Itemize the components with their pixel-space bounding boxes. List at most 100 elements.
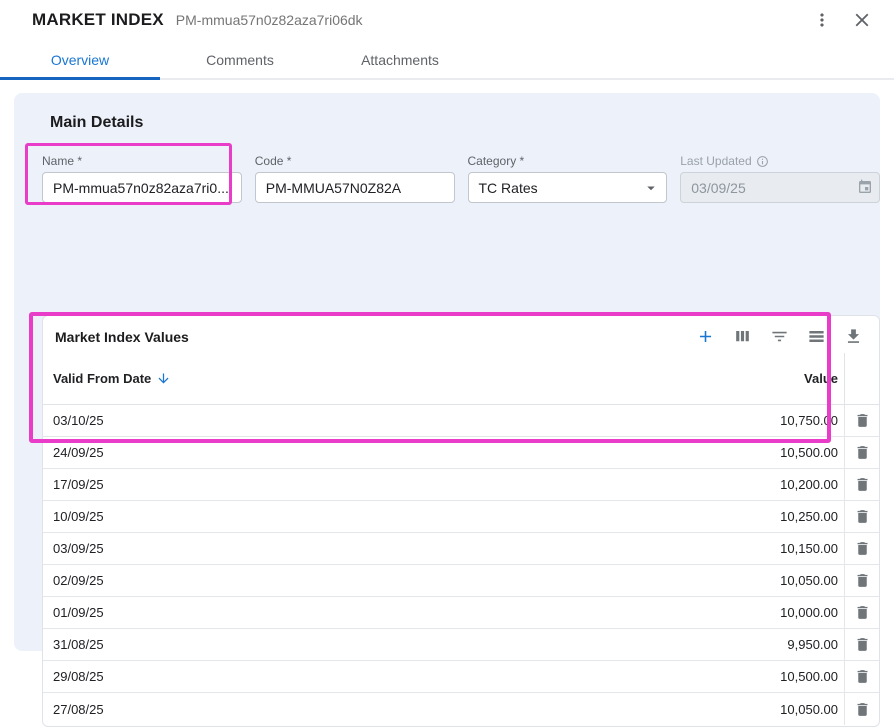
trash-icon [854,572,871,589]
main-details-heading: Main Details [50,114,866,132]
row-actions [844,405,879,436]
row-actions [844,501,879,532]
category-field-group: Category * TC Rates [468,154,668,203]
value-cell: 10,050.00 [544,565,844,596]
filter-icon [770,327,789,346]
table-row[interactable]: 24/09/25 10,500.00 [43,437,879,469]
delete-row-button[interactable] [850,441,874,465]
table-row[interactable]: 17/09/25 10,200.00 [43,469,879,501]
delete-row-button[interactable] [850,537,874,561]
overview-panel: Main Details Name * Code * Category * TC… [14,93,880,651]
value-cell: 10,500.00 [544,437,844,468]
delete-row-button[interactable] [850,473,874,497]
table-row[interactable]: 02/09/25 10,050.00 [43,565,879,597]
last-updated-input [680,172,880,203]
last-updated-field-group: Last Updated [680,154,880,203]
column-header-actions [844,353,879,404]
download-icon [844,327,863,346]
delete-row-button[interactable] [850,665,874,689]
delete-row-button[interactable] [850,601,874,625]
add-row-button[interactable] [693,325,717,349]
dialog-header: MARKET INDEX PM-mmua57n0z82aza7ri06dk [0,0,894,40]
delete-row-button[interactable] [850,409,874,433]
valid-from-date-cell: 10/09/25 [43,501,544,532]
valid-from-date-cell: 17/09/25 [43,469,544,500]
code-field-group: Code * [255,154,455,203]
valid-from-date-cell: 31/08/25 [43,629,544,660]
valid-from-date-cell: 29/08/25 [43,661,544,692]
kebab-menu-button[interactable] [808,6,836,34]
columns-button[interactable] [730,325,754,349]
chevron-down-icon [642,179,660,197]
trash-icon [854,668,871,685]
row-actions [844,693,879,725]
valid-from-date-cell: 03/10/25 [43,405,544,436]
delete-row-button[interactable] [850,697,874,721]
table-rows: 03/10/25 10,750.00 24/09/25 10,500.00 17… [43,405,879,725]
kebab-vertical-icon [812,10,832,30]
dialog-title: MARKET INDEX [32,10,164,30]
tab-overview[interactable]: Overview [0,40,160,80]
valid-from-date-cell: 27/08/25 [43,693,544,725]
row-actions [844,565,879,596]
delete-row-button[interactable] [850,505,874,529]
value-cell: 10,750.00 [544,405,844,436]
valid-from-date-cell: 01/09/25 [43,597,544,628]
trash-icon [854,701,871,718]
table-row[interactable]: 10/09/25 10,250.00 [43,501,879,533]
tab-attachments[interactable]: Attachments [320,40,480,80]
table-row[interactable]: 01/09/25 10,000.00 [43,597,879,629]
density-rows-icon [807,327,826,346]
grid-title: Market Index Values [55,329,189,345]
dialog-subtitle: PM-mmua57n0z82aza7ri06dk [176,12,363,28]
trash-icon [854,508,871,525]
category-label: Category * [468,154,668,168]
name-field-group: Name * [42,154,242,203]
export-button[interactable] [841,325,865,349]
table-row[interactable]: 03/10/25 10,750.00 [43,405,879,437]
row-actions [844,469,879,500]
grid-toolbar: Market Index Values [43,316,879,353]
main-details-fields: Name * Code * Category * TC Rates Last U… [42,154,880,203]
add-plus-icon [696,327,715,346]
filter-button[interactable] [767,325,791,349]
trash-icon [854,540,871,557]
table-row[interactable]: 29/08/25 10,500.00 [43,661,879,693]
row-actions [844,437,879,468]
row-actions [844,629,879,660]
table-row[interactable]: 31/08/25 9,950.00 [43,629,879,661]
trash-icon [854,604,871,621]
trash-icon [854,636,871,653]
category-select[interactable]: TC Rates [468,172,668,203]
value-cell: 10,200.00 [544,469,844,500]
valid-from-date-cell: 03/09/25 [43,533,544,564]
grid-header-row: Valid From Date Value [43,353,879,405]
sort-desc-icon [156,371,171,386]
row-actions [844,597,879,628]
market-index-values-grid: Market Index Values [42,315,880,727]
trash-icon [854,412,871,429]
table-row[interactable]: 27/08/25 10,050.00 [43,693,879,725]
name-input[interactable] [42,172,242,203]
close-button[interactable] [848,6,876,34]
density-button[interactable] [804,325,828,349]
code-input[interactable] [255,172,455,203]
columns-icon [733,327,752,346]
close-icon [851,9,873,31]
value-cell: 10,000.00 [544,597,844,628]
column-header-valid-from-date[interactable]: Valid From Date [43,371,544,386]
code-label: Code * [255,154,455,168]
delete-row-button[interactable] [850,569,874,593]
table-row[interactable]: 03/09/25 10,150.00 [43,533,879,565]
value-cell: 9,950.00 [544,629,844,660]
info-icon [756,155,769,168]
row-actions [844,661,879,692]
column-header-value[interactable]: Value [544,371,844,386]
tab-bar: Overview Comments Attachments [0,40,894,80]
tab-comments[interactable]: Comments [160,40,320,80]
delete-row-button[interactable] [850,633,874,657]
value-cell: 10,050.00 [544,693,844,725]
trash-icon [854,444,871,461]
category-selected-value: TC Rates [479,180,538,196]
value-cell: 10,500.00 [544,661,844,692]
